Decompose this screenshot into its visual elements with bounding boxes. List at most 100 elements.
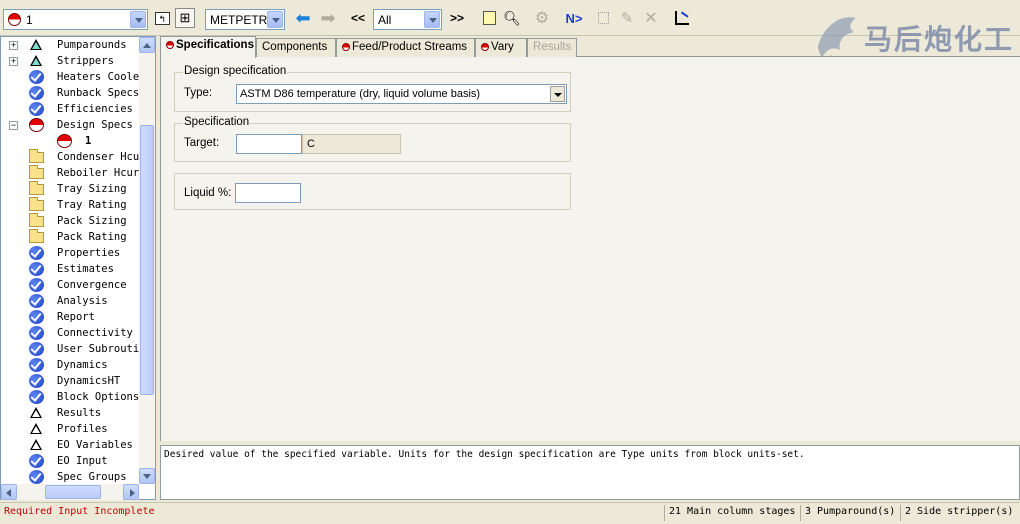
complete-check-icon (29, 70, 44, 84)
tab-components[interactable]: Components (256, 38, 336, 57)
tree-item-reboiler-hcurves[interactable]: Reboiler Hcurves (1, 165, 139, 181)
tree-item-dynamics[interactable]: Dynamics (1, 357, 139, 373)
tree-item-block-options[interactable]: Block Options (1, 389, 139, 405)
tree-item-design-specs[interactable]: − Design Specs (1, 117, 139, 133)
tree-item-pack-rating[interactable]: Pack Rating (1, 229, 139, 245)
expand-icon[interactable]: + (9, 57, 18, 66)
new-button[interactable] (593, 8, 613, 28)
incomplete-icon (29, 118, 44, 132)
scroll-thumb[interactable] (45, 485, 101, 499)
tree-item-label: Pack Rating (57, 231, 127, 243)
tree-horizontal-scrollbar[interactable] (1, 484, 139, 500)
no-results-triangle-icon (29, 438, 44, 452)
tree-item-tray-sizing[interactable]: Tray Sizing (1, 181, 139, 197)
tree-item-properties[interactable]: Properties (1, 245, 139, 261)
notes-button[interactable] (479, 8, 499, 28)
tree-item-connectivity[interactable]: Connectivity (1, 325, 139, 341)
folder-icon (29, 229, 44, 243)
scroll-thumb[interactable] (140, 125, 154, 395)
target-label: Target: (184, 137, 220, 149)
filter-selector[interactable]: All (373, 9, 442, 30)
tree-item-user-subroutines[interactable]: User Subroutines (1, 341, 139, 357)
target-unit[interactable]: C (302, 134, 401, 154)
tab-label: Results (533, 41, 572, 53)
folder-icon (29, 213, 44, 227)
tree-item-condenser-hcurves[interactable]: Condenser Hcurves (1, 149, 139, 165)
tree-item-convergence[interactable]: Convergence (1, 277, 139, 293)
tree-item-profiles[interactable]: Profiles (1, 421, 139, 437)
collapse-icon[interactable]: − (9, 121, 18, 130)
tree-item-label: Strippers (57, 55, 114, 67)
complete-check-icon (29, 246, 44, 260)
tree-vertical-scrollbar[interactable] (139, 37, 155, 484)
tree-item-design-spec-1[interactable]: 1 (1, 133, 139, 149)
type-label: Type: (184, 87, 213, 99)
gear-icon: ⚙ (534, 10, 550, 27)
tree-item-spec-groups[interactable]: Spec Groups (1, 469, 139, 484)
next-button[interactable]: N> (562, 8, 586, 28)
tree-item-label: Profiles (57, 423, 108, 435)
tree-item-eo-variables[interactable]: EO Variables (1, 437, 139, 453)
tree-item-pumparounds[interactable]: + Pumparounds (1, 37, 139, 53)
tree-item-label: DynamicsHT (57, 375, 121, 387)
chevron-down-icon[interactable] (267, 11, 283, 28)
tree-item-eo-input[interactable]: EO Input (1, 453, 139, 469)
chevron-down-icon[interactable] (424, 11, 440, 28)
block-name-selector[interactable]: METPETRO (205, 9, 285, 30)
next-form-button[interactable]: >> (446, 8, 468, 28)
tree-item-label: Condenser Hcurves (57, 151, 139, 163)
liquid-percent-input[interactable] (235, 183, 301, 203)
folder-icon (29, 181, 44, 195)
settings-button[interactable]: ⚙ (532, 8, 552, 28)
tree-item-efficiencies[interactable]: Efficiencies (1, 101, 139, 117)
tree-item-results[interactable]: Results (1, 405, 139, 421)
previous-form-button[interactable]: << (347, 8, 369, 28)
tree-item-pack-sizing[interactable]: Pack Sizing (1, 213, 139, 229)
tree-item-estimates[interactable]: Estimates (1, 261, 139, 277)
magnifier-icon: 🔍︎ (503, 9, 521, 26)
tree-item-label: Analysis (57, 295, 108, 307)
scroll-down-icon[interactable] (139, 468, 155, 484)
complete-check-icon (29, 310, 44, 324)
tree-item-strippers[interactable]: + Strippers (1, 53, 139, 69)
chevron-down-icon[interactable] (550, 86, 565, 102)
target-input[interactable] (236, 134, 302, 154)
status-bar: Required Input Incomplete 21 Main column… (0, 502, 1020, 524)
edit-button[interactable]: ✎ (617, 8, 637, 28)
expand-icon[interactable]: + (9, 41, 18, 50)
tree-item-label: Pack Sizing (57, 215, 127, 227)
up-folder-button[interactable]: ↰ (152, 8, 172, 28)
type-dropdown[interactable]: ASTM D86 temperature (dry, liquid volume… (236, 84, 567, 104)
tree-items: + Pumparounds + Strippers Heaters Coole r… (1, 37, 139, 484)
back-button[interactable]: ⬅ (293, 8, 313, 28)
chevron-down-icon[interactable] (130, 11, 146, 28)
tree-item-runback-specs[interactable]: Runback Specs (1, 85, 139, 101)
tree-view-icon: ⊞ (179, 10, 191, 25)
tree-item-report[interactable]: Report (1, 309, 139, 325)
tab-specifications[interactable]: Specifications (160, 36, 256, 58)
partial-triangle-icon (29, 38, 44, 52)
delete-button[interactable]: ✕ (641, 8, 661, 28)
tree-item-dynamicsht[interactable]: DynamicsHT (1, 373, 139, 389)
tree-item-heaters-coolers[interactable]: Heaters Coolers (1, 69, 139, 85)
plot-button[interactable] (672, 8, 692, 28)
tab-feed-product-streams[interactable]: Feed/Product Streams (336, 38, 475, 57)
pencil-icon: ✎ (620, 10, 634, 27)
folder-icon (29, 149, 44, 163)
tab-vary[interactable]: Vary (475, 38, 527, 57)
block-selector-value: 1 (26, 13, 33, 27)
forward-button[interactable]: ➡ (318, 8, 338, 28)
scroll-right-icon[interactable] (123, 484, 139, 500)
complete-check-icon (29, 102, 44, 116)
tree-item-analysis[interactable]: Analysis (1, 293, 139, 309)
data-browser-tree-button[interactable]: ⊞ (175, 8, 195, 28)
scroll-left-icon[interactable] (1, 484, 17, 500)
tree-item-tray-rating[interactable]: Tray Rating (1, 197, 139, 213)
scroll-up-icon[interactable] (139, 37, 155, 53)
tab-results[interactable]: Results (527, 38, 577, 57)
block-selector[interactable]: 1 (3, 9, 148, 30)
data-browser-tree: + Pumparounds + Strippers Heaters Coole r… (0, 36, 156, 500)
status-button[interactable]: 🔍︎ (502, 8, 522, 28)
tree-item-label: Tray Rating (57, 199, 127, 211)
double-chevron-left-icon: << (350, 11, 365, 25)
